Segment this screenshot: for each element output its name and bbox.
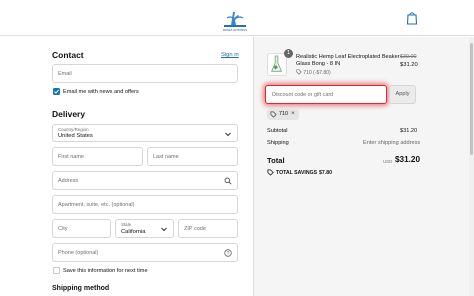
phone-field[interactable]: Phone (optional) ?: [52, 243, 238, 262]
total-savings-value: $7.80: [319, 170, 332, 176]
chevron-down-icon: [161, 227, 167, 232]
city-field[interactable]: City: [52, 219, 111, 238]
product-thumbnail: [267, 53, 287, 76]
apartment-placeholder: Apartment, suite, etc. (optional): [58, 202, 135, 208]
discount-code-input[interactable]: Discount code or gift card: [265, 85, 387, 104]
product-discount-code: 710 (-$7.80): [303, 70, 331, 76]
apply-button[interactable]: Apply: [389, 85, 416, 104]
total-savings-label: TOTAL SAVINGS: [276, 170, 318, 176]
scrollbar-thumb[interactable]: [470, 43, 473, 155]
newsletter-checkbox[interactable]: [53, 88, 60, 95]
search-icon: [224, 177, 232, 185]
address-placeholder: Address: [58, 178, 79, 184]
bong-image: [271, 55, 283, 72]
savings-tag-icon: [267, 169, 274, 176]
currency-code: USD: [383, 159, 393, 164]
save-info-checkbox[interactable]: [53, 267, 60, 274]
country-label: Country/Region: [58, 127, 89, 132]
first-name-placeholder: First name: [58, 154, 84, 160]
subtotal-label: Subtotal: [267, 128, 288, 134]
save-info-label: Save this information for next time: [63, 268, 148, 274]
checkout-header: BONGS OF BONGS: [0, 0, 474, 36]
remove-discount-icon[interactable]: ×: [291, 110, 295, 117]
total-label: Total: [267, 156, 285, 165]
product-discount: 710 (-$7.80): [296, 69, 331, 76]
shopping-bag-icon[interactable]: [406, 11, 418, 25]
help-icon[interactable]: ?: [224, 249, 232, 257]
checkmark-icon: [54, 89, 59, 94]
newsletter-label: Email me with news and offers: [63, 89, 139, 95]
city-placeholder: City: [58, 226, 68, 232]
shipping-label: Shipping: [267, 140, 289, 146]
svg-text:?: ?: [227, 251, 230, 257]
email-field[interactable]: Email: [52, 64, 238, 83]
order-summary: [253, 37, 474, 296]
product-price: $31.20: [400, 62, 418, 68]
tag-icon: [296, 69, 302, 75]
discount-placeholder: Discount code or gift card: [272, 92, 334, 98]
zip-placeholder: ZIP code: [184, 226, 206, 232]
zip-field[interactable]: ZIP code: [178, 219, 238, 238]
shipping-value: Enter shipping address: [363, 140, 421, 146]
state-label: State: [121, 222, 132, 227]
contact-heading: Contact: [52, 50, 84, 60]
total-value: $31.20: [395, 155, 421, 164]
country-select[interactable]: Country/Region United States: [52, 124, 238, 142]
chevron-down-icon: [225, 132, 231, 137]
sign-in-link[interactable]: Sign in: [221, 52, 239, 58]
original-price: $39.00: [400, 54, 417, 60]
last-name-placeholder: Last name: [153, 154, 179, 160]
last-name-field[interactable]: Last name: [147, 147, 238, 166]
first-name-field[interactable]: First name: [52, 147, 143, 166]
shipping-method-heading: Shipping method: [52, 285, 110, 292]
email-placeholder: Email: [58, 71, 72, 77]
phone-placeholder: Phone (optional): [58, 250, 99, 256]
tag-icon: [270, 111, 277, 118]
state-select[interactable]: State California: [115, 219, 174, 238]
applied-discount-chip: 710 ×: [267, 109, 299, 120]
apartment-field[interactable]: Apartment, suite, etc. (optional): [52, 195, 238, 214]
subtotal-value: $31.20: [400, 128, 418, 134]
store-logo[interactable]: BONGS OF BONGS: [222, 6, 248, 32]
quantity-badge: 1: [284, 49, 293, 58]
country-value: United States: [58, 133, 93, 139]
delivery-heading: Delivery: [52, 109, 86, 119]
state-value: California: [121, 229, 146, 235]
product-title: Realistic Hemp Leaf Electroplated Beaker…: [296, 54, 400, 67]
logo-text: BONGS OF BONGS: [223, 28, 247, 32]
applied-code: 710: [279, 111, 288, 117]
address-field[interactable]: Address: [52, 171, 238, 190]
scrollbar[interactable]: [469, 37, 474, 296]
